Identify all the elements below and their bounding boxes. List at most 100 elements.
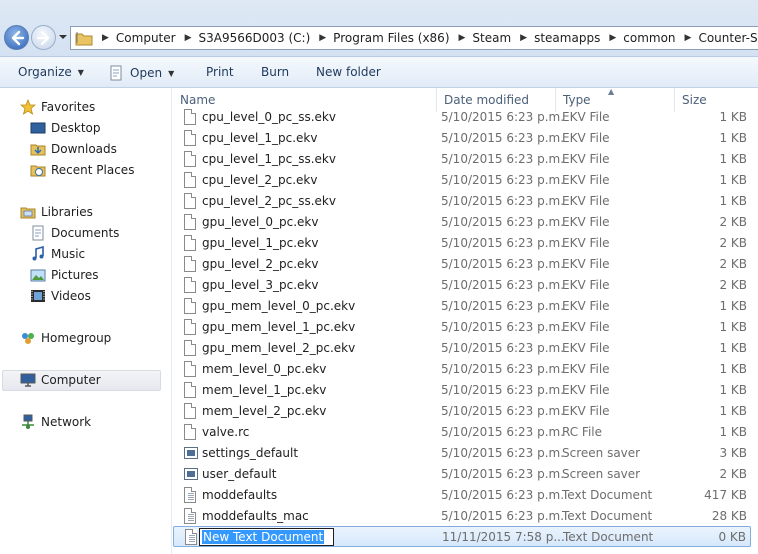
- rename-input[interactable]: New Text Document: [199, 528, 334, 546]
- nav-item-computer[interactable]: Computer: [20, 370, 101, 390]
- arrow-right-icon: [36, 30, 50, 46]
- file-row[interactable]: cpu_level_2_pc.ekv 5/10/2015 6:23 p.m. EKV…: [173, 170, 751, 191]
- file-size: 1 KB: [719, 299, 747, 313]
- column-label: Name: [180, 93, 216, 107]
- recent-pages-chevron-icon[interactable]: [58, 32, 68, 42]
- file-row[interactable]: moddefaults 5/10/2015 6:23 p.m. Text Docum…: [173, 485, 751, 506]
- nav-item-favorites[interactable]: Favorites: [19, 97, 95, 117]
- nav-label: Desktop: [51, 121, 101, 135]
- new-file-row[interactable]: New Text Document 11/11/2015 7:58 p.... …: [173, 526, 751, 547]
- breadcrumb-item-drive[interactable]: ▶ S3A9566D003 (C:): [176, 31, 311, 45]
- nav-item-downloads[interactable]: Downloads: [30, 139, 117, 159]
- nav-label: Videos: [51, 289, 91, 303]
- nav-item-desktop[interactable]: Desktop: [30, 118, 101, 138]
- doc-icon: [184, 424, 198, 441]
- file-row[interactable]: mem_level_1_pc.ekv 5/10/2015 6:23 p.m. EKV…: [173, 380, 751, 401]
- file-row[interactable]: cpu_level_0_pc_ss.ekv 5/10/2015 6:23 p.m.…: [173, 107, 751, 128]
- file-date: 5/10/2015 6:23 p.m.: [441, 488, 565, 502]
- file-row[interactable]: gpu_mem_level_1_pc.ekv 5/10/2015 6:23 p.m…: [173, 317, 751, 338]
- file-date: 5/10/2015 6:23 p.m.: [441, 362, 565, 376]
- open-button[interactable]: Open ▼: [109, 65, 174, 81]
- file-type: EKV File: [562, 110, 610, 124]
- file-name: user_default: [202, 467, 277, 481]
- print-label: Print: [206, 65, 234, 79]
- doc-icon: [184, 340, 198, 357]
- new-folder-button[interactable]: New folder: [316, 65, 381, 79]
- file-date: 5/10/2015 6:23 p.m.: [441, 404, 565, 418]
- breadcrumb-item-computer[interactable]: ▶ Computer: [100, 31, 176, 45]
- file-row[interactable]: cpu_level_1_pc_ss.ekv 5/10/2015 6:23 p.m.…: [173, 149, 751, 170]
- breadcrumb-label: common: [623, 31, 676, 45]
- breadcrumb-item-game-folder[interactable]: ▶ Counter-Strike Global O: [676, 31, 758, 45]
- breadcrumb[interactable]: ▶ Computer ▶ S3A9566D003 (C:) ▶ Program …: [70, 26, 758, 50]
- file-size: 2 KB: [719, 257, 747, 271]
- file-size: 2 KB: [719, 467, 747, 481]
- file-name: settings_default: [202, 446, 299, 460]
- file-row[interactable]: gpu_level_1_pc.ekv 5/10/2015 6:23 p.m. EKV…: [173, 233, 751, 254]
- file-row[interactable]: cpu_level_2_pc_ss.ekv 5/10/2015 6:23 p.m.…: [173, 191, 751, 212]
- breadcrumb-item-steamapps[interactable]: ▶ steamapps: [511, 31, 600, 45]
- new-folder-label: New folder: [316, 65, 381, 79]
- file-row[interactable]: gpu_mem_level_2_pc.ekv 5/10/2015 6:23 p.m…: [173, 338, 751, 359]
- doc-icon: [184, 319, 198, 336]
- breadcrumb-item-steam[interactable]: ▶ Steam: [450, 31, 512, 45]
- documents-icon: [30, 225, 46, 241]
- breadcrumb-label: Computer: [115, 31, 176, 45]
- file-row[interactable]: settings_default 5/10/2015 6:23 p.m. Scree…: [173, 443, 751, 464]
- file-row[interactable]: valve.rc 5/10/2015 6:23 p.m. RC File 1 KB: [173, 422, 751, 443]
- nav-item-videos[interactable]: Videos: [30, 286, 91, 306]
- file-row[interactable]: mem_level_2_pc.ekv 5/10/2015 6:23 p.m. EKV…: [173, 401, 751, 422]
- organize-button[interactable]: Organize ▼: [18, 65, 84, 79]
- screensaver-icon: [184, 466, 198, 483]
- file-date: 5/10/2015 6:23 p.m.: [441, 341, 565, 355]
- nav-item-documents[interactable]: Documents: [30, 223, 119, 243]
- breadcrumb-item-common[interactable]: ▶ common: [600, 31, 675, 45]
- file-name: cpu_level_0_pc_ss.ekv: [202, 110, 336, 124]
- file-type: Text Document: [563, 530, 654, 544]
- breadcrumb-item-program-files[interactable]: ▶ Program Files (x86): [310, 31, 449, 45]
- nav-item-libraries[interactable]: Libraries: [20, 202, 93, 222]
- file-name: gpu_mem_level_1_pc.ekv: [202, 320, 356, 334]
- file-size: 2 KB: [719, 278, 747, 292]
- doc-icon: [184, 361, 198, 378]
- file-row[interactable]: user_default 5/10/2015 6:23 p.m. Screen sa…: [173, 464, 751, 485]
- nav-item-music[interactable]: Music: [30, 244, 85, 264]
- file-type: EKV File: [562, 152, 610, 166]
- file-row[interactable]: gpu_level_3_pc.ekv 5/10/2015 6:23 p.m. EKV…: [173, 275, 751, 296]
- nav-item-pictures[interactable]: Pictures: [30, 265, 99, 285]
- file-date: 5/10/2015 6:23 p.m.: [441, 236, 565, 250]
- file-row[interactable]: gpu_level_0_pc.ekv 5/10/2015 6:23 p.m. EKV…: [173, 212, 751, 233]
- computer-icon: [20, 372, 36, 388]
- file-row[interactable]: moddefaults_mac 5/10/2015 6:23 p.m. Text D…: [173, 506, 751, 527]
- file-type: EKV File: [562, 362, 610, 376]
- file-row[interactable]: cpu_level_1_pc.ekv 5/10/2015 6:23 p.m. EKV…: [173, 128, 751, 149]
- desktop-icon: [30, 120, 46, 136]
- nav-item-homegroup[interactable]: Homegroup: [20, 328, 111, 348]
- file-date: 5/10/2015 6:23 p.m.: [441, 131, 565, 145]
- file-name: gpu_mem_level_2_pc.ekv: [202, 341, 356, 355]
- file-size: 1 KB: [719, 320, 747, 334]
- file-type: EKV File: [562, 383, 610, 397]
- file-date: 5/10/2015 6:23 p.m.: [441, 467, 565, 481]
- doc-icon: [184, 193, 198, 210]
- file-size: 2 KB: [719, 236, 747, 250]
- file-date: 5/10/2015 6:23 p.m.: [441, 320, 565, 334]
- file-row[interactable]: gpu_mem_level_0_pc.ekv 5/10/2015 6:23 p.m…: [173, 296, 751, 317]
- screensaver-icon: [184, 445, 198, 462]
- file-row[interactable]: gpu_level_2_pc.ekv 5/10/2015 6:23 p.m. EKV…: [173, 254, 751, 275]
- back-button[interactable]: [4, 25, 29, 50]
- burn-button[interactable]: Burn: [261, 65, 289, 79]
- file-size: 1 KB: [719, 341, 747, 355]
- downloads-folder-icon: [30, 141, 46, 157]
- nav-item-recent-places[interactable]: Recent Places: [30, 160, 134, 180]
- file-size: 1 KB: [719, 383, 747, 397]
- file-date: 5/10/2015 6:23 p.m.: [441, 194, 565, 208]
- file-name: cpu_level_2_pc.ekv: [202, 173, 318, 187]
- print-button[interactable]: Print: [206, 65, 234, 79]
- file-date: 5/10/2015 6:23 p.m.: [441, 152, 565, 166]
- file-row[interactable]: mem_level_0_pc.ekv 5/10/2015 6:23 p.m. EKV…: [173, 359, 751, 380]
- nav-item-network[interactable]: Network: [20, 412, 91, 432]
- file-type: Text Document: [562, 488, 653, 502]
- forward-button[interactable]: [31, 25, 56, 50]
- file-date: 11/11/2015 7:58 p....: [442, 530, 569, 544]
